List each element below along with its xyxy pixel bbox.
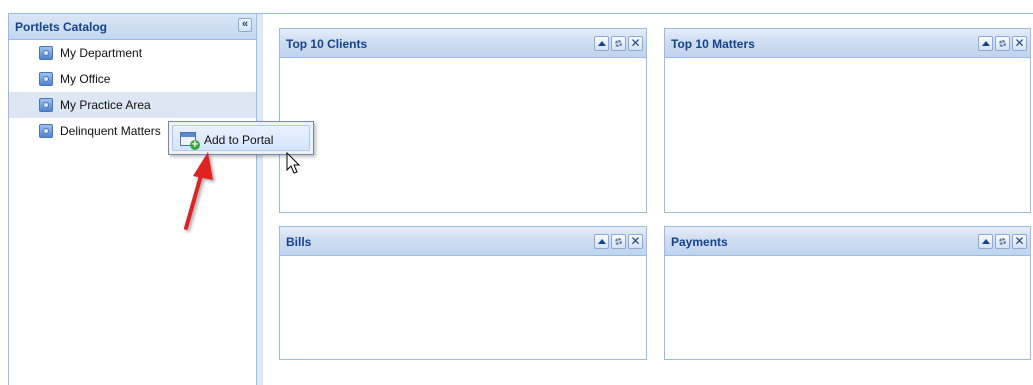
close-icon[interactable]: ✕ [628, 36, 643, 51]
add-to-portal-menu-item[interactable]: + Add to Portal [172, 125, 310, 151]
gear-icon[interactable] [995, 36, 1010, 51]
catalog-item-label: Delinquent Matters [60, 124, 161, 138]
catalog-item-my-practice-area[interactable]: My Practice Area [9, 92, 256, 118]
portlets-catalog-panel: Portlets Catalog « My Department My Offi… [9, 14, 257, 385]
portlet-title: Top 10 Clients [286, 37, 368, 51]
portlet-icon [39, 124, 53, 138]
portlet-tools: ✕ [976, 234, 1027, 249]
portlet-tools: ✕ [976, 36, 1027, 51]
portlet-title: Top 10 Matters [671, 37, 755, 51]
collapse-icon[interactable] [594, 36, 609, 51]
catalog-item-label: My Office [60, 72, 111, 86]
gear-icon[interactable] [611, 36, 626, 51]
portlet-header[interactable]: Payments ✕ [665, 227, 1030, 256]
collapse-icon[interactable] [978, 36, 993, 51]
portlet-icon [39, 72, 53, 86]
portlet-bills: Bills ✕ [279, 226, 647, 360]
add-portlet-icon: + [180, 132, 200, 150]
portlet-tools: ✕ [592, 36, 643, 51]
portlet-icon [39, 46, 53, 60]
close-icon[interactable]: ✕ [628, 234, 643, 249]
portal-area: Top 10 Clients ✕ Top 10 Matters ✕ Bills … [263, 14, 1033, 385]
double-chevron-left-icon: « [241, 18, 249, 30]
portlet-title: Bills [286, 235, 312, 249]
portlet-title: Payments [671, 235, 728, 249]
portlet-payments: Payments ✕ [664, 226, 1031, 360]
annotation-arrow-icon [184, 152, 213, 230]
menu-item-label: Add to Portal [204, 133, 274, 147]
portlet-top-10-matters: Top 10 Matters ✕ [664, 28, 1031, 213]
gear-icon[interactable] [995, 234, 1010, 249]
panel-header: Portlets Catalog « [9, 14, 256, 40]
gear-icon[interactable] [611, 234, 626, 249]
mouse-cursor-icon [286, 152, 301, 174]
catalog-item-label: My Department [60, 46, 143, 60]
portlet-header[interactable]: Top 10 Clients ✕ [280, 29, 646, 58]
collapse-icon[interactable] [594, 234, 609, 249]
collapse-panel-button[interactable]: « [238, 18, 252, 32]
catalog-item-label: My Practice Area [60, 98, 151, 112]
collapse-icon[interactable] [978, 234, 993, 249]
portlet-top-10-clients: Top 10 Clients ✕ [279, 28, 647, 213]
portlet-icon [39, 98, 53, 112]
portlet-tools: ✕ [592, 234, 643, 249]
catalog-item-my-department[interactable]: My Department [9, 40, 256, 66]
portlet-header[interactable]: Top 10 Matters ✕ [665, 29, 1030, 58]
portlet-header[interactable]: Bills ✕ [280, 227, 646, 256]
close-icon[interactable]: ✕ [1012, 36, 1027, 51]
close-icon[interactable]: ✕ [1012, 234, 1027, 249]
catalog-item-my-office[interactable]: My Office [9, 66, 256, 92]
panel-title: Portlets Catalog [15, 20, 108, 34]
